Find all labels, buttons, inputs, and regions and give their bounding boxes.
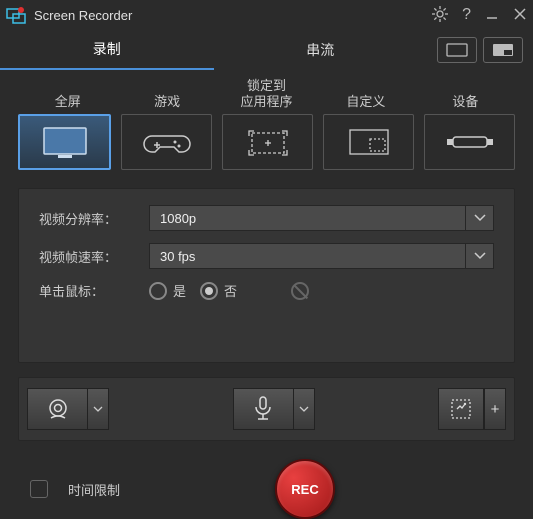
resolution-dropdown[interactable]: 1080p [149, 205, 494, 231]
tab-bar: 录制 串流 [0, 30, 533, 70]
webcam-dropdown[interactable] [87, 388, 109, 430]
source-label-app: 锁定到应用程序 [217, 78, 316, 110]
titlebar: Screen Recorder ? [0, 0, 533, 30]
bottom-bar: 时间限制 REC [0, 441, 533, 519]
resolution-label: 视频分辨率： [39, 209, 149, 228]
source-fullscreen[interactable] [18, 114, 111, 170]
record-button[interactable]: REC [275, 459, 335, 519]
tab-stream[interactable]: 串流 [214, 30, 428, 70]
chevron-down-icon [465, 244, 493, 268]
source-custom[interactable] [323, 114, 414, 170]
click-label: 单击鼠标： [39, 281, 149, 300]
webcam-button[interactable] [27, 388, 87, 430]
settings-panel: 视频分辨率： 1080p 视频帧速率： 30 fps 单击鼠标： 是 否 [18, 188, 515, 363]
overlay-button[interactable] [438, 388, 484, 430]
fps-value: 30 fps [160, 249, 195, 264]
source-label-fullscreen: 全屏 [18, 78, 117, 110]
tab-record[interactable]: 录制 [0, 30, 214, 70]
radio-yes[interactable]: 是 [149, 281, 186, 300]
time-limit-checkbox[interactable] [30, 480, 48, 498]
app-icon [6, 5, 26, 25]
pip-mode-icon[interactable] [483, 37, 523, 63]
app-title: Screen Recorder [34, 8, 432, 23]
source-app[interactable] [222, 114, 313, 170]
mic-button[interactable] [233, 388, 293, 430]
single-mode-icon[interactable] [437, 37, 477, 63]
source-label-device: 设备 [416, 78, 515, 110]
minimize-icon[interactable] [485, 7, 499, 24]
overlay-add-button[interactable]: + [484, 388, 506, 430]
source-label-custom: 自定义 [316, 78, 415, 110]
source-game[interactable] [121, 114, 212, 170]
mic-dropdown[interactable] [293, 388, 315, 430]
fps-label: 视频帧速率： [39, 247, 149, 266]
time-limit-label: 时间限制 [68, 480, 120, 499]
resolution-value: 1080p [160, 211, 196, 226]
fps-dropdown[interactable]: 30 fps [149, 243, 494, 269]
settings-icon[interactable] [432, 6, 448, 25]
help-icon[interactable]: ? [462, 6, 471, 24]
radio-no[interactable]: 否 [200, 281, 237, 300]
chevron-down-icon [465, 206, 493, 230]
source-selector: 全屏 游戏 锁定到应用程序 自定义 设备 [0, 70, 533, 170]
source-device[interactable] [424, 114, 515, 170]
close-icon[interactable] [513, 7, 527, 24]
input-bar: + [18, 377, 515, 441]
disable-icon[interactable] [291, 282, 309, 300]
source-label-game: 游戏 [117, 78, 216, 110]
